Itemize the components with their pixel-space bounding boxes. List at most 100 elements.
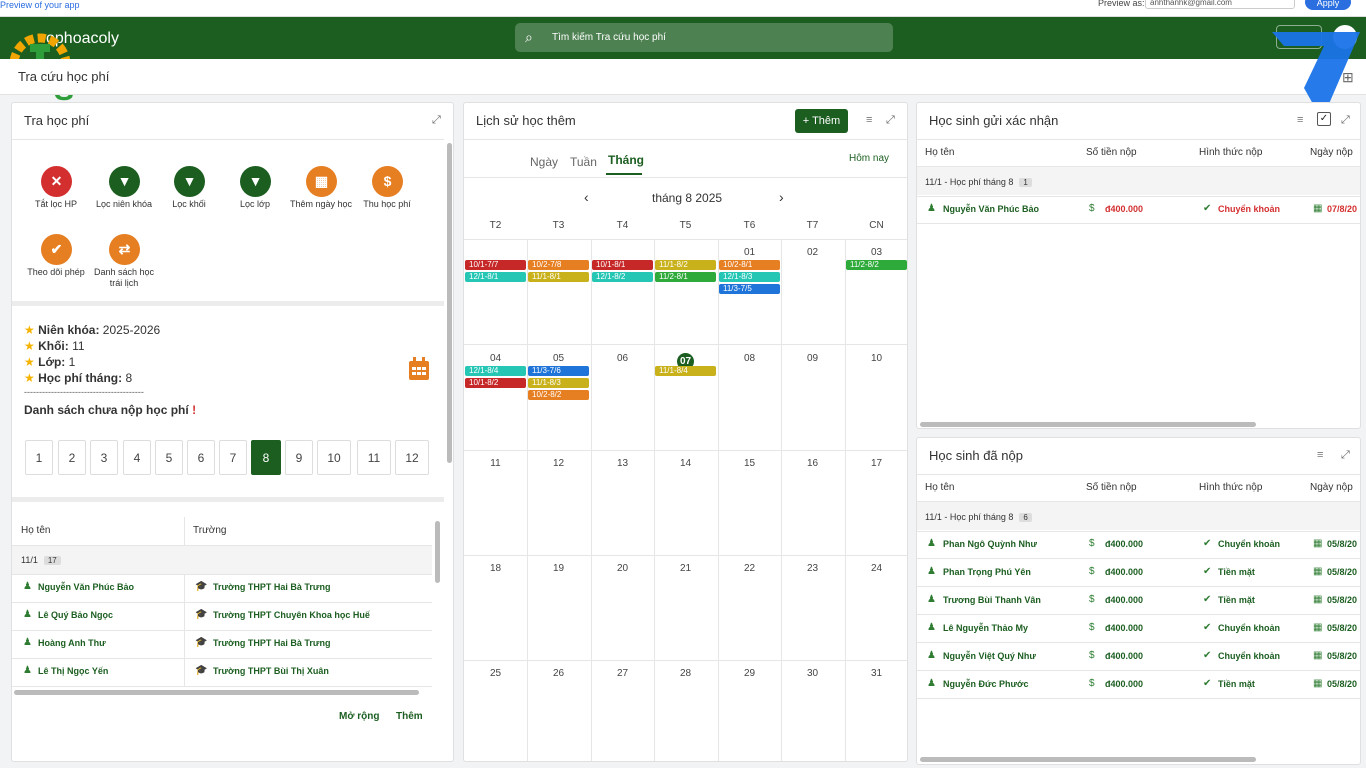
filter-icon[interactable]: ≡ bbox=[1317, 449, 1323, 461]
calendar-day[interactable]: 05 bbox=[527, 353, 590, 364]
month-button-3[interactable]: 3 bbox=[90, 440, 118, 475]
student-name[interactable]: Nguyễn Đức Phước bbox=[943, 679, 1028, 689]
student-name[interactable]: Lê Quý Bảo Ngọc bbox=[38, 610, 113, 620]
next-month-icon[interactable]: › bbox=[779, 189, 784, 205]
column-header[interactable]: Số tiền nộp bbox=[1086, 482, 1137, 493]
calendar-day[interactable]: 10 bbox=[845, 353, 907, 364]
calendar-day[interactable]: 22 bbox=[718, 563, 781, 574]
schedule-event[interactable]: 11/3-7/5 bbox=[719, 284, 780, 294]
filter-icon[interactable]: ≡ bbox=[866, 114, 872, 126]
calendar-day[interactable]: 31 bbox=[845, 668, 907, 679]
calendar-day[interactable]: 11 bbox=[464, 458, 527, 469]
schedule-event[interactable]: 11/1-8/3 bbox=[528, 378, 589, 388]
month-button-9[interactable]: 9 bbox=[285, 440, 313, 475]
schedule-event[interactable]: 11/2-8/1 bbox=[655, 272, 716, 282]
col-school[interactable]: Trường bbox=[193, 525, 226, 536]
calendar-day[interactable]: 20 bbox=[591, 563, 654, 574]
action-label-3[interactable]: Lọc lớp bbox=[218, 199, 292, 210]
action-label-2[interactable]: Lọc khối bbox=[152, 199, 226, 210]
horizontal-scrollbar[interactable] bbox=[14, 690, 419, 695]
calendar-day[interactable]: 16 bbox=[781, 458, 844, 469]
student-name[interactable]: Lê Thị Ngọc Yến bbox=[38, 666, 108, 676]
calendar-day[interactable]: 25 bbox=[464, 668, 527, 679]
calendar-day[interactable]: 29 bbox=[718, 668, 781, 679]
schedule-event[interactable]: 10/1-8/2 bbox=[465, 378, 526, 388]
calendar-day[interactable]: 13 bbox=[591, 458, 654, 469]
calendar-day[interactable]: 24 bbox=[845, 563, 907, 574]
calendar-day[interactable]: 03 bbox=[845, 247, 907, 258]
card-scrollbar[interactable] bbox=[447, 143, 452, 463]
tab-day[interactable]: Ngày bbox=[530, 155, 558, 169]
add-button[interactable]: Thêm bbox=[396, 711, 423, 722]
calendar-day[interactable]: 28 bbox=[654, 668, 717, 679]
month-button-1[interactable]: 1 bbox=[25, 440, 53, 475]
checkbox-icon[interactable]: ✓ bbox=[1317, 112, 1331, 126]
calendar-icon[interactable] bbox=[408, 357, 430, 381]
student-name[interactable]: Phan Trọng Phú Yên bbox=[943, 567, 1031, 577]
action-icon-1[interactable]: ▼ bbox=[109, 166, 140, 197]
student-name[interactable]: Phan Ngô Quỳnh Như bbox=[943, 539, 1037, 549]
action-label-6[interactable]: Theo dõi phép bbox=[19, 267, 93, 278]
expand-list-button[interactable]: Mở rộng bbox=[339, 711, 379, 722]
column-header[interactable]: Hình thức nộp bbox=[1199, 482, 1262, 493]
column-header[interactable]: Ngày nộp bbox=[1310, 147, 1353, 158]
action-icon-4[interactable]: ▦ bbox=[306, 166, 337, 197]
column-header[interactable]: Số tiền nộp bbox=[1086, 147, 1137, 158]
calendar-day[interactable]: 06 bbox=[591, 353, 654, 364]
month-button-7[interactable]: 7 bbox=[219, 440, 247, 475]
schedule-event[interactable]: 12/1-8/3 bbox=[719, 272, 780, 282]
schedule-event[interactable]: 10/2-7/8 bbox=[528, 260, 589, 270]
vertical-scrollbar[interactable] bbox=[435, 521, 440, 583]
prev-month-icon[interactable]: ‹ bbox=[584, 189, 589, 205]
tab-month[interactable]: Tháng bbox=[608, 153, 644, 167]
schedule-event[interactable]: 11/1-8/2 bbox=[655, 260, 716, 270]
schedule-event[interactable]: 12/1-8/1 bbox=[465, 272, 526, 282]
month-button-10[interactable]: 10 bbox=[317, 440, 351, 475]
calendar-day[interactable]: 30 bbox=[781, 668, 844, 679]
action-icon-7[interactable]: ⇄ bbox=[109, 234, 140, 265]
calendar-day[interactable]: 26 bbox=[527, 668, 590, 679]
calendar-day[interactable]: 04 bbox=[464, 353, 527, 364]
schedule-event[interactable]: 12/1-8/4 bbox=[465, 366, 526, 376]
action-label-5[interactable]: Thu học phí bbox=[350, 199, 424, 210]
schedule-event[interactable]: 12/1-8/2 bbox=[592, 272, 653, 282]
calendar-day[interactable]: 23 bbox=[781, 563, 844, 574]
action-label-0[interactable]: Tắt lọc HP bbox=[19, 199, 93, 210]
add-schedule-button[interactable]: + Thêm bbox=[795, 109, 848, 133]
schedule-event[interactable]: 11/3-7/6 bbox=[528, 366, 589, 376]
month-button-6[interactable]: 6 bbox=[187, 440, 215, 475]
month-button-11[interactable]: 11 bbox=[357, 440, 391, 475]
action-icon-6[interactable]: ✔ bbox=[41, 234, 72, 265]
schedule-event[interactable]: 10/2-8/1 bbox=[719, 260, 780, 270]
col-name[interactable]: Họ tên bbox=[21, 525, 50, 536]
calendar-day[interactable]: 14 bbox=[654, 458, 717, 469]
column-header[interactable]: Họ tên bbox=[925, 147, 954, 158]
calendar-day[interactable]: 01 bbox=[718, 247, 781, 258]
calendar-day[interactable]: 15 bbox=[718, 458, 781, 469]
filter-icon[interactable]: ≡ bbox=[1297, 114, 1303, 126]
schedule-event[interactable]: 10/1-7/7 bbox=[465, 260, 526, 270]
month-button-5[interactable]: 5 bbox=[155, 440, 183, 475]
calendar-day[interactable]: 18 bbox=[464, 563, 527, 574]
tab-week[interactable]: Tuần bbox=[570, 155, 597, 169]
calendar-day[interactable]: 27 bbox=[591, 668, 654, 679]
action-label-7[interactable]: Danh sách học trái lịch bbox=[87, 267, 161, 289]
action-icon-2[interactable]: ▼ bbox=[174, 166, 205, 197]
student-name[interactable]: Trương Bùi Thanh Vân bbox=[943, 595, 1041, 605]
calendar-day[interactable]: 08 bbox=[718, 353, 781, 364]
student-name[interactable]: Hoàng Anh Thư bbox=[38, 638, 106, 648]
expand-icon[interactable]: ⤢ bbox=[1341, 449, 1350, 462]
horizontal-scrollbar[interactable] bbox=[920, 422, 1256, 427]
month-button-8[interactable]: 8 bbox=[251, 440, 281, 475]
month-button-4[interactable]: 4 bbox=[123, 440, 151, 475]
month-button-12[interactable]: 12 bbox=[395, 440, 429, 475]
student-name[interactable]: Nguyễn Văn Phúc Bảo bbox=[943, 204, 1039, 214]
preview-email-field[interactable]: anhthanhk@gmail.com bbox=[1145, 0, 1295, 9]
apply-button[interactable]: Apply bbox=[1305, 0, 1351, 10]
action-icon-5[interactable]: $ bbox=[372, 166, 403, 197]
expand-icon[interactable]: ⤢ bbox=[432, 114, 441, 127]
month-button-2[interactable]: 2 bbox=[58, 440, 86, 475]
calendar-day[interactable]: 09 bbox=[781, 353, 844, 364]
schedule-event[interactable]: 10/2-8/2 bbox=[528, 390, 589, 400]
today-button[interactable]: Hôm nay bbox=[849, 153, 889, 164]
